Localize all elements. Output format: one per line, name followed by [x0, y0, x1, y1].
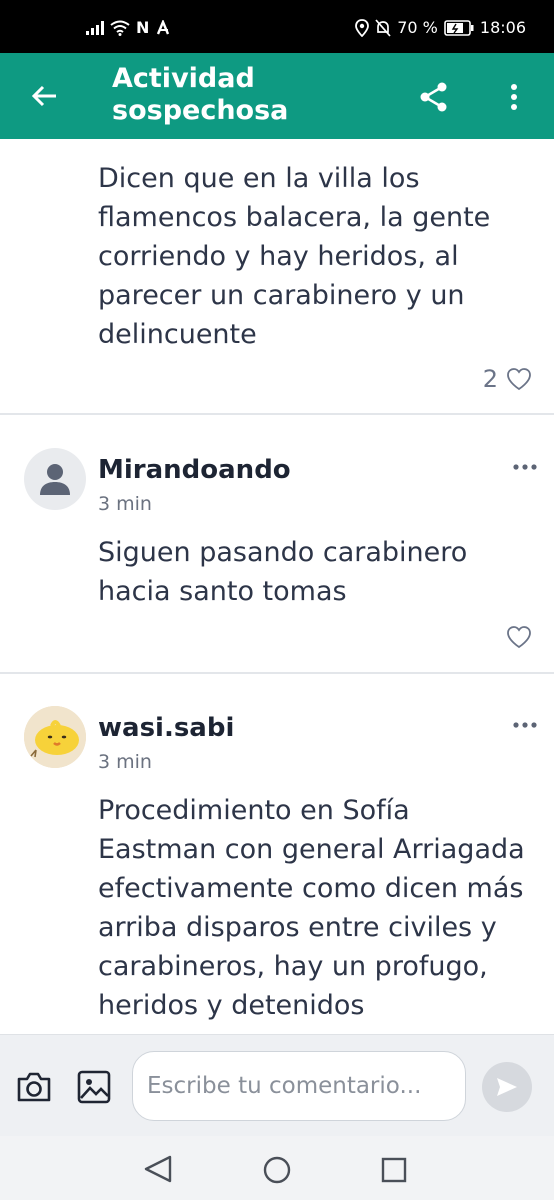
avatar[interactable] [24, 448, 86, 510]
comment-time: 3 min [98, 751, 152, 773]
share-button[interactable] [412, 77, 456, 117]
image-icon [77, 1070, 111, 1104]
nav-back-icon[interactable] [140, 1154, 176, 1184]
app-notification-icon [157, 19, 170, 34]
send-button[interactable] [482, 1062, 532, 1112]
more-options-button[interactable] [494, 77, 534, 117]
status-bar: N 70 % 18:06 [0, 0, 554, 53]
divider [0, 672, 554, 674]
default-user-icon [40, 464, 70, 495]
gallery-button[interactable] [74, 1067, 114, 1107]
clock: 18:06 [479, 18, 526, 37]
status-left-icons: N [86, 18, 171, 37]
wifi-icon [110, 20, 130, 36]
divider [0, 413, 554, 415]
arrow-left-icon [31, 85, 56, 107]
comments-feed[interactable]: Dicen que en la villa los flamencos bala… [0, 139, 554, 1034]
vertical-dots-icon [511, 84, 517, 110]
comment-input[interactable] [132, 1051, 466, 1121]
mute-bell-icon [375, 18, 391, 37]
app-bar: Actividad sospechosa [0, 53, 554, 139]
send-icon [497, 1078, 517, 1096]
comment-username[interactable]: wasi.sabi [98, 713, 234, 743]
nav-home-icon[interactable] [259, 1152, 295, 1188]
horizontal-dots-icon [513, 464, 537, 470]
comment-body: Siguen pasando carabinero hacia santo to… [98, 537, 468, 607]
yellow-chick-avatar-icon [24, 706, 86, 768]
comment-time: 3 min [98, 493, 152, 515]
post-body: Dicen que en la villa los flamencos bala… [98, 163, 491, 350]
page-title: Actividad sospechosa [112, 63, 289, 126]
nfc-label: N [136, 18, 150, 37]
share-icon [420, 82, 447, 112]
like-count: 2 [482, 365, 498, 393]
like-button[interactable]: 2 [483, 365, 532, 393]
comment-composer [0, 1034, 554, 1136]
battery-icon [444, 19, 474, 36]
horizontal-dots-icon [513, 722, 537, 728]
avatar[interactable] [24, 706, 86, 768]
system-navigation-bar [0, 1136, 554, 1200]
status-right-icons: 70 % 18:06 [355, 18, 526, 37]
nav-recents-icon[interactable] [378, 1154, 410, 1186]
heart-icon [507, 368, 531, 391]
battery-percent: 70 % [397, 18, 438, 37]
back-button[interactable] [22, 76, 66, 116]
comment-options-button[interactable] [508, 715, 542, 735]
comment-body: Procedimiento en Sofía Eastman con gener… [98, 795, 525, 1021]
comment-username[interactable]: Mirandoando [98, 455, 291, 485]
comment-options-button[interactable] [508, 457, 542, 477]
signal-icon [86, 20, 104, 35]
location-icon [355, 18, 370, 37]
like-button[interactable] [506, 625, 532, 649]
camera-button[interactable] [14, 1067, 54, 1107]
camera-icon [17, 1072, 51, 1102]
heart-icon [507, 626, 531, 649]
